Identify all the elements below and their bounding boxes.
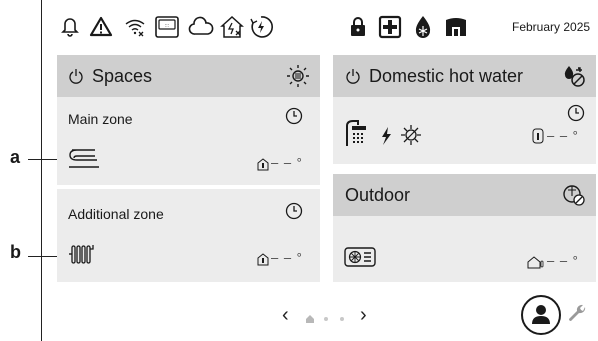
- callout-b: b: [10, 242, 21, 262]
- dhw-card[interactable]: Domestic hot water – – °: [333, 55, 596, 164]
- screen-left-border: [41, 0, 42, 341]
- emergency-icon[interactable]: [377, 14, 403, 40]
- outdoor-unit-icon: [344, 247, 376, 267]
- lock-icon[interactable]: [345, 14, 371, 40]
- controller-icon[interactable]: :::: [154, 14, 180, 40]
- main-zone-temperature: – – °: [271, 155, 303, 170]
- radiator-icon: [69, 245, 94, 264]
- tank-temp-icon: [532, 128, 544, 144]
- outdoor-card[interactable]: Outdoor – – °: [333, 174, 596, 282]
- main-zone-schedule-icon[interactable]: [285, 107, 303, 125]
- underfloor-heating-icon: [69, 149, 99, 168]
- outdoor-title: Outdoor: [345, 185, 411, 205]
- zone-divider: [57, 185, 320, 189]
- shower-icon: [346, 120, 366, 146]
- disinfection-icon: [401, 125, 421, 145]
- dhw-title: Domestic hot water: [369, 66, 524, 86]
- smart-grid-off-icon[interactable]: [219, 14, 245, 40]
- outdoor-header[interactable]: Outdoor: [333, 174, 596, 216]
- cloud-icon[interactable]: [188, 14, 214, 40]
- indoor-temp-icon-2: [257, 253, 269, 266]
- dhw-temperature: – – °: [547, 128, 579, 143]
- bell-icon[interactable]: [57, 14, 83, 40]
- dhw-schedule-icon[interactable]: [567, 104, 585, 122]
- prev-page-arrow[interactable]: ‹: [282, 304, 289, 327]
- callout-a: a: [10, 147, 21, 167]
- outdoor-unit-off-icon[interactable]: [561, 182, 587, 208]
- next-page-arrow[interactable]: ›: [360, 304, 367, 327]
- additional-zone-schedule-icon[interactable]: [285, 202, 303, 220]
- main-zone-label: Main zone: [68, 111, 133, 127]
- electric-heater-icon: [382, 127, 391, 145]
- page-dot-2[interactable]: [324, 317, 328, 321]
- spaces-card[interactable]: Spaces Main zone – – ° Additional zone –…: [57, 55, 320, 282]
- spaces-title: Spaces: [92, 66, 153, 86]
- heating-mode-icon[interactable]: [285, 63, 311, 89]
- additional-zone-temperature: – – °: [271, 250, 303, 265]
- wifi-off-icon[interactable]: [122, 14, 148, 40]
- indoor-temp-icon: [257, 158, 269, 171]
- outdoor-temperature: – – °: [547, 253, 579, 268]
- power-icon[interactable]: [345, 68, 361, 84]
- svg-text::::: :::: [165, 23, 169, 29]
- spaces-header[interactable]: Spaces: [57, 55, 320, 97]
- wrench-icon[interactable]: [565, 302, 589, 326]
- user-profile-button[interactable]: [521, 295, 561, 335]
- defrost-icon[interactable]: [410, 14, 436, 40]
- dhw-off-icon[interactable]: [561, 63, 587, 89]
- date-display: February 2025: [512, 20, 591, 34]
- user-icon: [532, 305, 550, 324]
- home-page-indicator-icon[interactable]: [305, 314, 315, 324]
- outdoor-temp-icon: [527, 256, 544, 269]
- boost-icon[interactable]: [248, 14, 274, 40]
- building-icon[interactable]: [443, 14, 469, 40]
- power-icon[interactable]: [68, 68, 84, 84]
- additional-zone-label: Additional zone: [68, 206, 164, 222]
- page-dot-3[interactable]: [340, 317, 344, 321]
- dhw-header[interactable]: Domestic hot water: [333, 55, 596, 97]
- warning-icon[interactable]: [88, 14, 114, 40]
